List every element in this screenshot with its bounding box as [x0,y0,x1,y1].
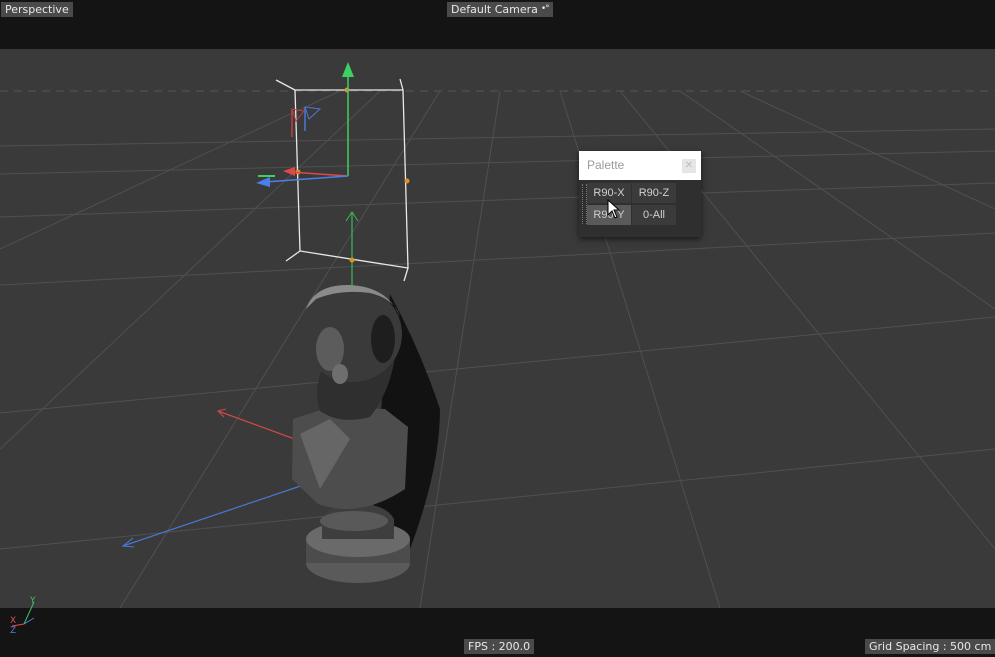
gizmo-x-arrow [283,167,295,176]
grid-spacing-readout: Grid Spacing : 500 cm [865,639,995,654]
zero-all-button[interactable]: 0-All [632,205,676,225]
scene-canvas[interactable] [0,49,995,608]
axis-z-label: Z [10,626,16,634]
gizmo-z-axis [264,175,349,183]
world-z-axis [122,475,331,547]
bust-model [292,284,440,583]
close-icon[interactable]: ✕ [682,159,696,173]
fps-readout: FPS : 200.0 [464,639,535,654]
palette-title: Palette [587,158,625,172]
axis-x-label: X [10,616,16,626]
axis-orientation-indicator: Y X Z [10,596,36,634]
camera-label: Default Camera [451,3,538,16]
floor-grid [0,90,995,608]
gizmo-y-arrow [342,62,354,77]
3d-viewport[interactable]: Palette ✕ R90-X R90-Z R90-Y 0-All [0,49,995,608]
mouse-cursor-icon [607,199,621,219]
world-x-axis [217,410,301,442]
r90-z-button[interactable]: R90-Z [632,183,676,203]
palette-header[interactable]: Palette ✕ [579,151,701,180]
palette-panel[interactable]: Palette ✕ R90-X R90-Z R90-Y 0-All [579,151,701,237]
view-mode-label[interactable]: Perspective [1,2,73,17]
gizmo-z-arrow [256,177,270,187]
axis-y-label: Y [29,596,36,606]
camera-selector[interactable]: Default Camera •° [447,2,553,17]
camera-target-icon: •° [540,4,550,14]
